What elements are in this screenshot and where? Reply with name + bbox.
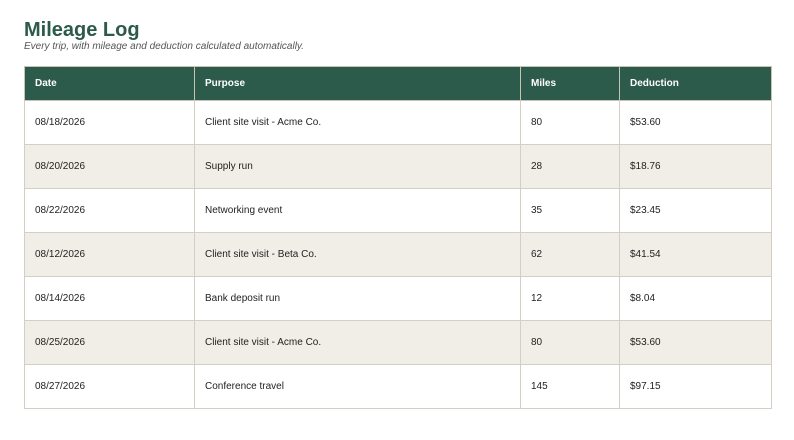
column-header-miles[interactable]: Miles	[520, 66, 620, 101]
cell-miles: 80	[520, 320, 620, 365]
column-header-purpose[interactable]: Purpose	[194, 66, 521, 101]
table-row[interactable]: 08/27/2026 Conference travel 145 $97.15	[24, 364, 772, 409]
cell-date: 08/27/2026	[24, 364, 195, 409]
cell-purpose: Networking event	[194, 188, 521, 233]
table-row[interactable]: 08/12/2026 Client site visit - Beta Co. …	[24, 232, 772, 277]
column-header-date[interactable]: Date	[24, 66, 195, 101]
table-row[interactable]: 08/20/2026 Supply run 28 $18.76	[24, 144, 772, 189]
cell-miles: 80	[520, 100, 620, 145]
cell-deduction: $41.54	[619, 232, 772, 277]
cell-deduction: $18.76	[619, 144, 772, 189]
cell-deduction: $23.45	[619, 188, 772, 233]
cell-date: 08/20/2026	[24, 144, 195, 189]
table-header-row: Date Purpose Miles Deduction	[24, 66, 772, 101]
cell-deduction: $97.15	[619, 364, 772, 409]
cell-date: 08/22/2026	[24, 188, 195, 233]
cell-deduction: $53.60	[619, 320, 772, 365]
table-row[interactable]: 08/25/2026 Client site visit - Acme Co. …	[24, 320, 772, 365]
table-row[interactable]: 08/22/2026 Networking event 35 $23.45	[24, 188, 772, 233]
table-row[interactable]: 08/14/2026 Bank deposit run 12 $8.04	[24, 276, 772, 321]
page-title: Mileage Log	[24, 19, 140, 41]
table-row[interactable]: 08/18/2026 Client site visit - Acme Co. …	[24, 100, 772, 145]
cell-purpose: Bank deposit run	[194, 276, 521, 321]
cell-date: 08/18/2026	[24, 100, 195, 145]
cell-purpose: Conference travel	[194, 364, 521, 409]
cell-date: 08/14/2026	[24, 276, 195, 321]
cell-miles: 145	[520, 364, 620, 409]
cell-miles: 35	[520, 188, 620, 233]
cell-purpose: Client site visit - Beta Co.	[194, 232, 521, 277]
cell-miles: 62	[520, 232, 620, 277]
column-header-deduction[interactable]: Deduction	[619, 66, 772, 101]
cell-purpose: Client site visit - Acme Co.	[194, 100, 521, 145]
cell-miles: 12	[520, 276, 620, 321]
cell-date: 08/12/2026	[24, 232, 195, 277]
cell-deduction: $53.60	[619, 100, 772, 145]
cell-purpose: Supply run	[194, 144, 521, 189]
cell-deduction: $8.04	[619, 276, 772, 321]
cell-miles: 28	[520, 144, 620, 189]
cell-purpose: Client site visit - Acme Co.	[194, 320, 521, 365]
mileage-table: Date Purpose Miles Deduction 08/18/2026 …	[24, 66, 772, 409]
page-subtitle: Every trip, with mileage and deduction c…	[24, 41, 304, 52]
cell-date: 08/25/2026	[24, 320, 195, 365]
